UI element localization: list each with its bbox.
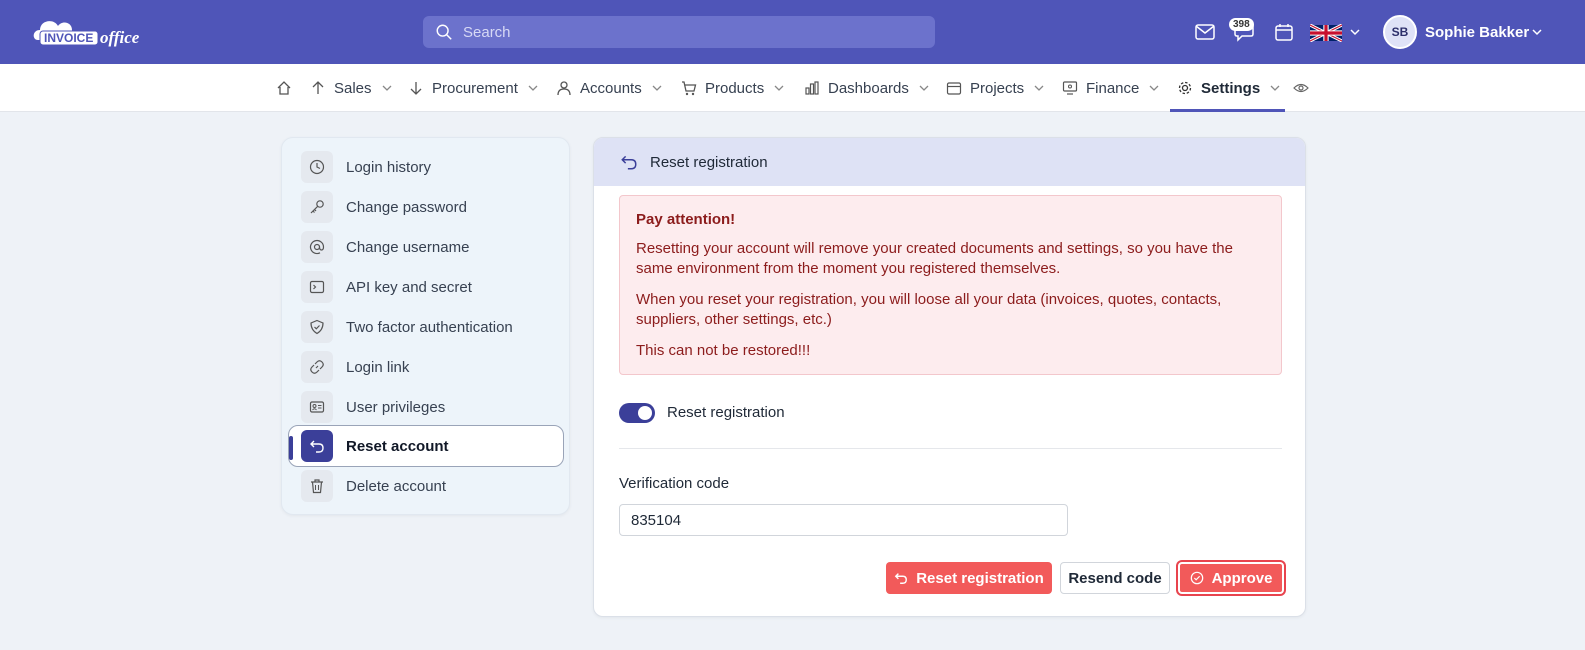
chevron-down-icon: [382, 84, 392, 92]
sidebar-item-change-username[interactable]: Change username: [290, 227, 562, 267]
chevron-down-icon: [528, 84, 538, 92]
chevron-down-icon: [652, 84, 662, 92]
panel-header: Reset registration: [594, 138, 1305, 186]
calendar-icon[interactable]: [1272, 20, 1296, 44]
nav-procurement[interactable]: Procurement: [408, 64, 538, 112]
svg-text:INVOICE: INVOICE: [44, 31, 93, 45]
sidebar-item-label: Login history: [346, 158, 432, 176]
arrow-up-icon: [310, 80, 326, 96]
sidebar-item-delete-account[interactable]: Delete account: [290, 466, 562, 506]
nav-products[interactable]: Products: [681, 64, 784, 112]
check-circle-icon: [1190, 571, 1203, 585]
chevron-down-icon[interactable]: [1350, 28, 1360, 36]
sidebar-item-label: Delete account: [346, 477, 447, 495]
search-input[interactable]: [463, 23, 903, 41]
clock-icon: [301, 151, 333, 183]
chevron-down-icon: [1034, 84, 1044, 92]
settings-sidebar: Login history Change password Change use…: [281, 137, 570, 515]
nav-preview[interactable]: [1293, 64, 1309, 112]
arrow-down-icon: [408, 80, 424, 96]
nav-dashboards[interactable]: Dashboards: [804, 64, 929, 112]
id-card-icon: [301, 391, 333, 423]
terminal-icon: [301, 271, 333, 303]
nav-projects[interactable]: Projects: [946, 64, 1044, 112]
monitor-icon: [1062, 80, 1078, 96]
sidebar-item-label: Reset account: [346, 437, 449, 455]
mail-icon[interactable]: [1193, 20, 1217, 44]
sidebar-item-label: Change password: [346, 198, 467, 216]
alert-text: Resetting your account will remove your …: [636, 240, 1233, 277]
nav-settings[interactable]: Settings: [1177, 64, 1280, 112]
shield-icon: [301, 311, 333, 343]
search-box[interactable]: [423, 16, 935, 48]
cart-icon: [681, 80, 697, 96]
top-header: INVOICE office 398 SB Sophie Bakker: [0, 0, 1585, 64]
sidebar-item-label: Change username: [346, 238, 470, 256]
nav-home[interactable]: [276, 64, 292, 112]
chevron-down-icon: [1149, 84, 1159, 92]
main-nav: Sales Procurement Accounts Products Dash…: [0, 64, 1585, 112]
search-icon: [436, 24, 452, 40]
sidebar-item-label: User privileges: [346, 398, 446, 416]
sidebar-item-api-key[interactable]: API key and secret: [290, 267, 562, 307]
sidebar-item-change-password[interactable]: Change password: [290, 187, 562, 227]
toggle-label: Reset registration: [667, 404, 785, 421]
undo-icon: [894, 573, 908, 584]
svg-text:office: office: [100, 28, 140, 47]
approve-button[interactable]: Approve: [1178, 562, 1284, 594]
nav-accounts[interactable]: Accounts: [556, 64, 662, 112]
avatar[interactable]: SB: [1383, 15, 1417, 49]
reset-registration-button[interactable]: Reset registration: [886, 562, 1052, 594]
notification-badge: 398: [1229, 18, 1254, 31]
toggle-knob: [638, 406, 652, 420]
chevron-down-icon: [919, 84, 929, 92]
bar-chart-icon: [804, 80, 820, 96]
trash-icon: [301, 470, 333, 502]
user-name[interactable]: Sophie Bakker: [1425, 24, 1529, 41]
sidebar-item-label: Login link: [346, 358, 410, 376]
key-icon: [301, 191, 333, 223]
undo-icon: [301, 430, 333, 462]
at-icon: [301, 231, 333, 263]
home-icon: [277, 81, 291, 95]
warning-alert: Pay attention! Resetting your account wi…: [619, 195, 1282, 375]
reset-registration-toggle[interactable]: [619, 403, 655, 423]
verification-code-input[interactable]: [619, 504, 1068, 536]
sidebar-item-reset-account[interactable]: Reset account: [288, 425, 564, 467]
sidebar-item-login-link[interactable]: Login link: [290, 347, 562, 387]
alert-text: When you reset your registration, you wi…: [636, 291, 1222, 328]
sidebar-item-login-history[interactable]: Login history: [290, 147, 562, 187]
reset-registration-panel: Reset registration Pay attention! Resett…: [593, 137, 1306, 617]
sidebar-item-label: Two factor authentication: [346, 318, 513, 336]
alert-text: This can not be restored!!!: [636, 342, 811, 359]
sidebar-item-two-factor[interactable]: Two factor authentication: [290, 307, 562, 347]
panel-title: Reset registration: [650, 153, 768, 171]
nav-sales[interactable]: Sales: [310, 64, 392, 112]
active-tab-indicator: [1170, 109, 1285, 112]
active-item-marker: [289, 436, 293, 460]
alert-title: Pay attention!: [636, 211, 736, 228]
undo-icon: [621, 155, 637, 170]
resend-code-button[interactable]: Resend code: [1060, 562, 1170, 594]
invoiceoffice-logo[interactable]: INVOICE office: [32, 14, 177, 50]
sidebar-item-user-privileges[interactable]: User privileges: [290, 387, 562, 427]
chevron-down-icon[interactable]: [1532, 28, 1542, 36]
chevron-down-icon: [1270, 84, 1280, 92]
calendar-icon: [946, 80, 962, 96]
user-icon: [556, 80, 572, 96]
gear-icon: [1177, 80, 1193, 96]
uk-flag-icon[interactable]: [1310, 24, 1342, 42]
nav-finance[interactable]: Finance: [1062, 64, 1159, 112]
divider: [619, 448, 1282, 449]
chevron-down-icon: [774, 84, 784, 92]
verification-code-label: Verification code: [619, 475, 730, 492]
link-icon: [301, 351, 333, 383]
sidebar-item-label: API key and secret: [346, 278, 472, 296]
eye-icon: [1293, 83, 1309, 93]
